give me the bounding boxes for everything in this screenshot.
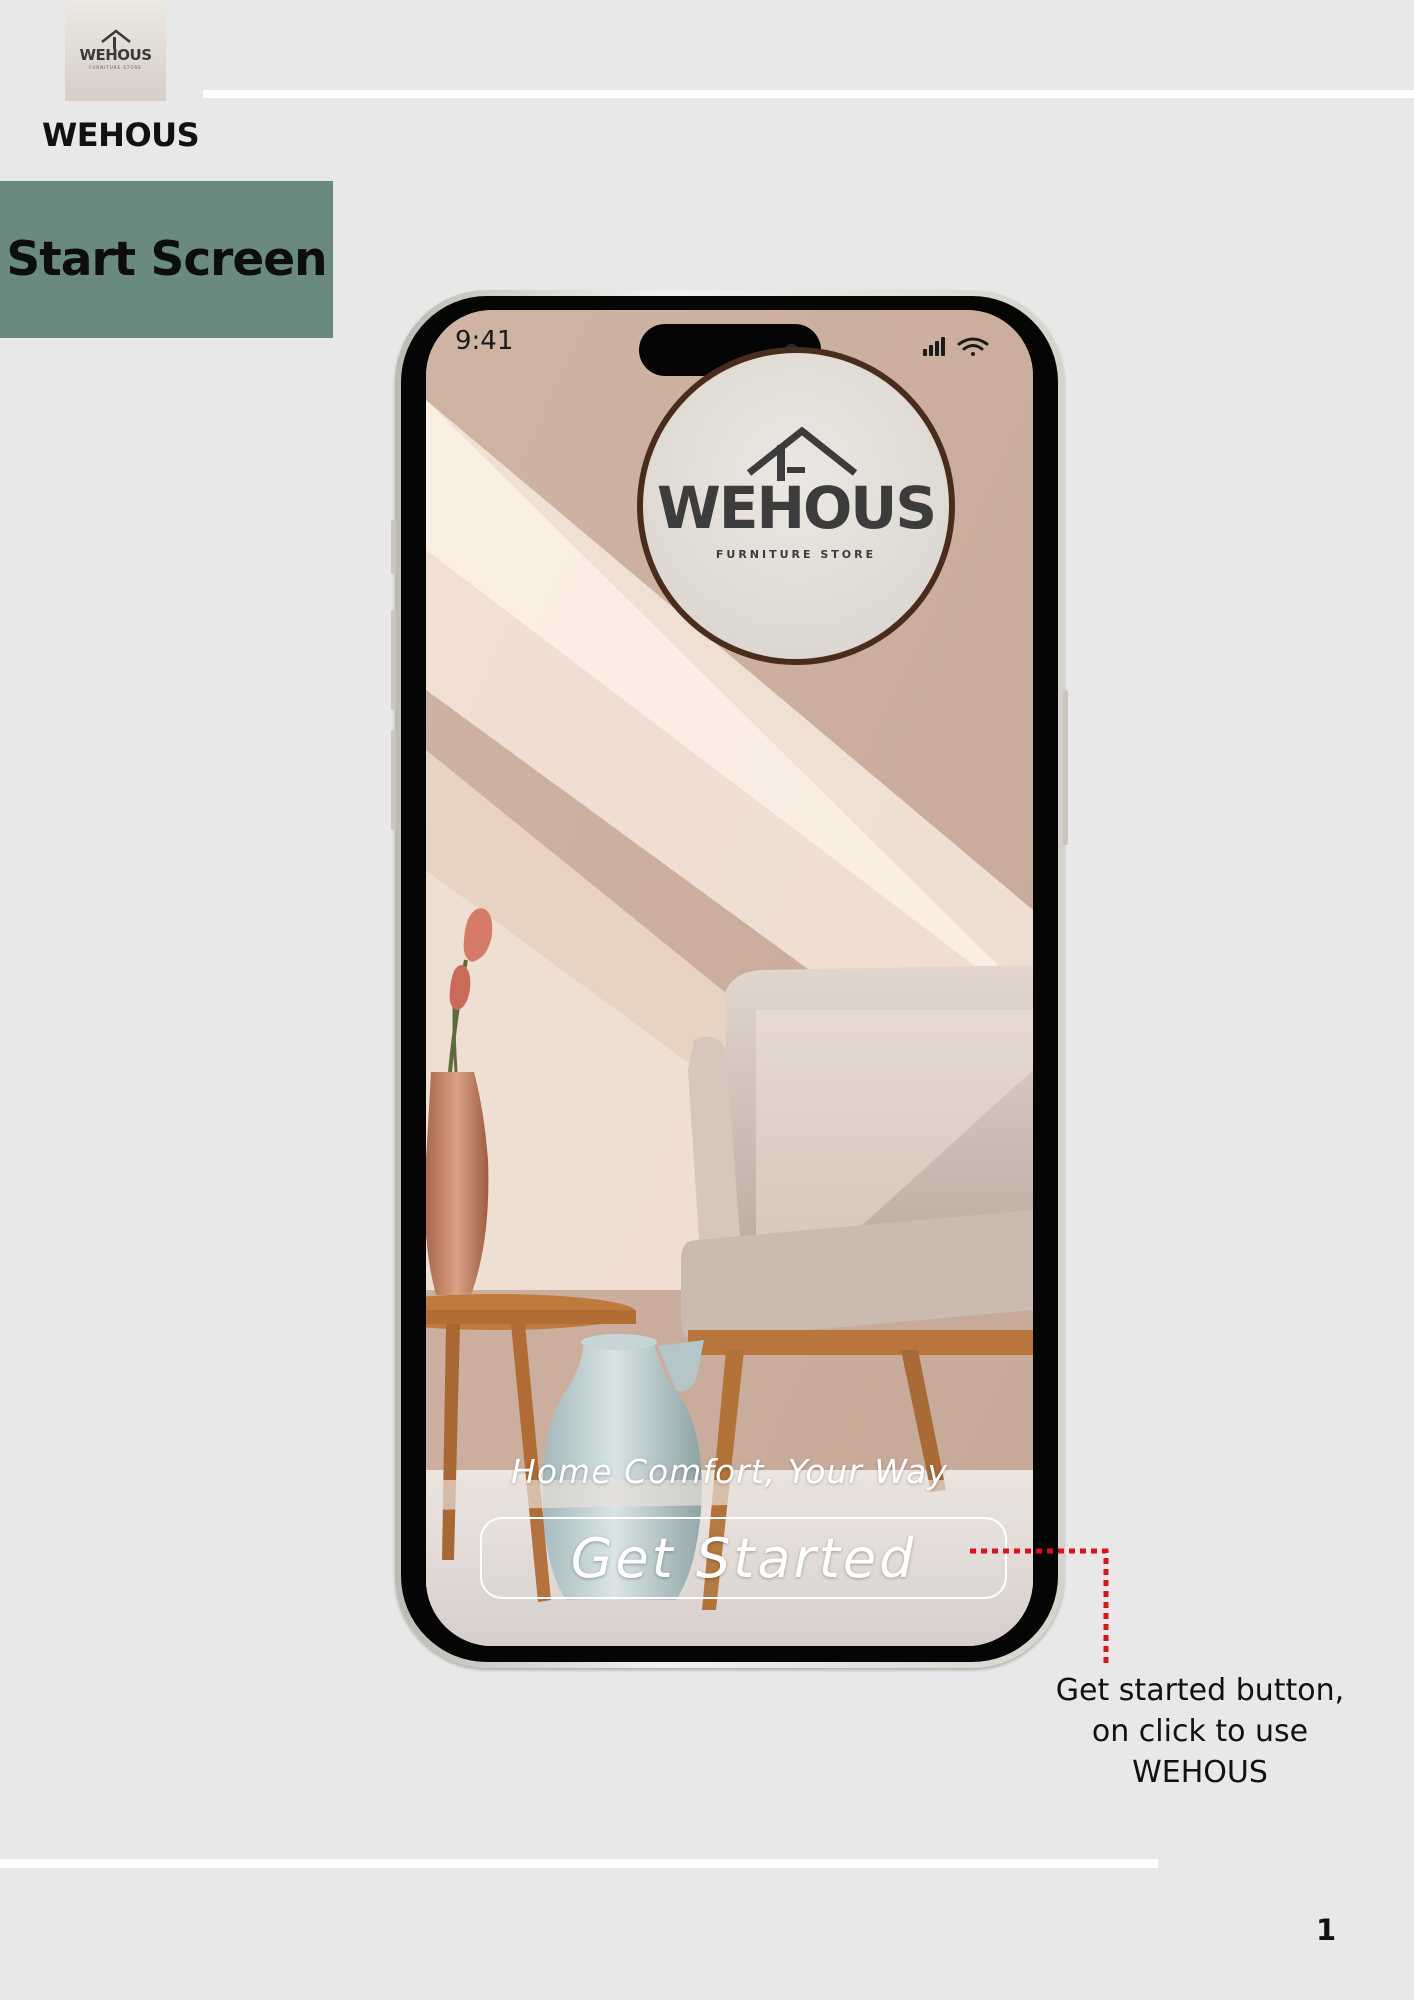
brand-name: WEHOUS <box>42 116 200 154</box>
house-logo-icon <box>101 29 131 49</box>
bottom-divider <box>0 1859 1158 1868</box>
section-label: Start Screen <box>0 181 333 338</box>
phone-mockup: 9:41 WEHOUS FURNITURE STORE Home Comfort… <box>391 290 1068 1668</box>
phone-side-button <box>1063 690 1068 845</box>
status-bar-time: 9:41 <box>455 326 514 356</box>
phone-volume-down-button <box>391 730 396 830</box>
top-divider <box>203 90 1414 98</box>
brand-logo: WEHOUS FURNITURE STORE <box>65 0 166 101</box>
wifi-icon <box>957 337 989 356</box>
phone-volume-up-button <box>391 610 396 710</box>
app-logo: WEHOUS FURNITURE STORE <box>637 347 955 665</box>
section-label-text: Start Screen <box>6 232 327 287</box>
app-logo-tagline: FURNITURE STORE <box>715 548 877 561</box>
app-start-screen: 9:41 WEHOUS FURNITURE STORE Home Comfort… <box>426 310 1033 1646</box>
annotation-text: Get started button, on click to use WEHO… <box>1055 1673 1345 1790</box>
phone-action-button <box>391 520 396 574</box>
phone-bezel: 9:41 WEHOUS FURNITURE STORE Home Comfort… <box>401 296 1058 1662</box>
get-started-label: Get Started <box>570 1526 917 1590</box>
signal-icon <box>923 337 945 356</box>
app-tagline: Home Comfort, Your Way <box>511 1452 948 1491</box>
status-bar-icons <box>923 334 993 362</box>
app-logo-wordmark: WEHOUS <box>656 474 937 542</box>
get-started-button[interactable]: Get Started <box>480 1517 1007 1599</box>
brand-logo-tagline: FURNITURE STORE <box>89 64 142 70</box>
page-number: 1 <box>1316 1913 1337 1947</box>
